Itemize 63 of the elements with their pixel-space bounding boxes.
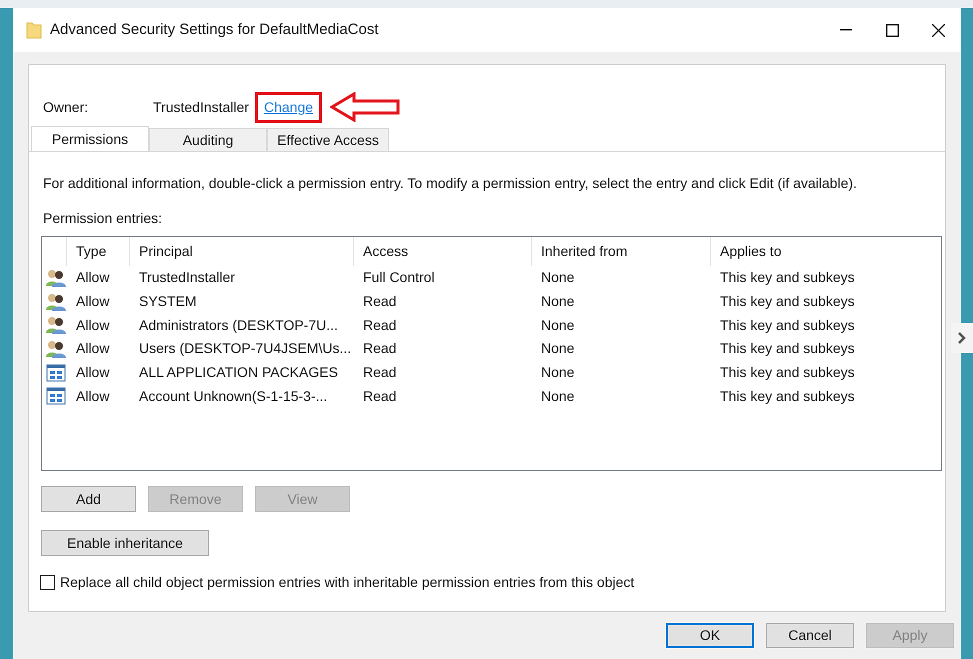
table-cell-text: None <box>540 292 576 312</box>
info-text: For additional information, double-click a permission entry. To modify a permission entry, select the entry and click Edit (if available). <box>43 174 858 193</box>
table-cell-text: Allow <box>75 386 110 406</box>
enable-inheritance-button[interactable]: Enable inheritance <box>41 530 209 556</box>
users-icon <box>46 268 66 287</box>
table-cell-text: TrustedInstaller <box>138 268 236 288</box>
column-header[interactable]: Principal <box>129 237 353 266</box>
dialog-button[interactable]: OK <box>666 623 754 648</box>
tab[interactable]: Auditing <box>149 128 267 151</box>
chevron-right-icon <box>958 332 966 344</box>
column-header[interactable]: Applies to <box>710 237 940 266</box>
dialog-button[interactable]: Cancel <box>766 623 854 648</box>
table-cell-text: None <box>540 316 576 335</box>
table-cell-text: This key and subkeys <box>719 292 856 312</box>
table-cell-text: Administrators (DESKTOP-7U... <box>138 316 339 335</box>
app-package-icon <box>46 364 66 382</box>
users-icon <box>46 292 66 311</box>
table-cell-text: Full Control <box>362 268 436 288</box>
next-page-button[interactable] <box>951 323 973 353</box>
owner-label: Owner: <box>43 98 90 116</box>
change-link[interactable]: Change <box>264 98 314 114</box>
table-cell-text: Allow <box>75 339 110 358</box>
entry-button[interactable]: Add <box>41 486 136 512</box>
table-cell-text: Read <box>362 363 398 382</box>
table-cell-text: None <box>540 386 576 406</box>
table-cell-text: SYSTEM <box>138 292 198 312</box>
checkbox-label: Replace all child object permission entries with inheritable permission entries from this object <box>60 573 634 592</box>
tab[interactable]: Effective Access <box>267 128 389 151</box>
table-cell-text: Read <box>362 292 398 312</box>
table-cell-text: None <box>540 339 576 358</box>
table-cell-text: None <box>540 268 576 288</box>
window-title: Advanced Security Settings for DefaultMediaCost <box>50 20 378 40</box>
minimize-icon <box>840 29 852 31</box>
table-cell-text: This key and subkeys <box>719 386 856 406</box>
tab[interactable]: Permissions <box>31 126 149 151</box>
owner-name: TrustedInstaller <box>153 98 249 116</box>
table-cell-text: This key and subkeys <box>719 268 856 288</box>
table-cell-text: None <box>540 363 576 382</box>
table-cell-text: Read <box>362 386 398 406</box>
table-cell-text: Allow <box>75 316 110 335</box>
users-icon <box>46 316 66 334</box>
folder-icon <box>26 21 42 39</box>
arrow-icon <box>330 92 400 122</box>
users-icon <box>46 340 66 358</box>
table-cell-text: Users (DESKTOP-7U4JSEM\Us... <box>138 339 352 358</box>
table-cell-text: Read <box>362 316 398 335</box>
table-cell-text: Allow <box>75 292 110 312</box>
close-icon <box>932 24 944 36</box>
table-cell-text: ALL APPLICATION PACKAGES <box>138 363 339 382</box>
column-header[interactable]: Inherited from <box>531 237 710 266</box>
table-cell-text: Allow <box>75 363 110 382</box>
maximize-icon <box>886 24 898 36</box>
app-package-icon <box>46 387 66 406</box>
table-cell-text: Allow <box>75 268 110 288</box>
table-cell-text: This key and subkeys <box>719 363 856 382</box>
table-cell-text: This key and subkeys <box>719 339 856 358</box>
checkbox[interactable] <box>40 575 55 590</box>
table-cell-text: Read <box>362 339 398 358</box>
column-header[interactable]: Access <box>353 237 531 266</box>
table-cell-text: This key and subkeys <box>719 316 856 335</box>
table-cell-text: Account Unknown(S-1-15-3-... <box>138 386 328 406</box>
entries-label: Permission entries: <box>43 209 164 228</box>
column-header[interactable]: Type <box>66 237 129 266</box>
